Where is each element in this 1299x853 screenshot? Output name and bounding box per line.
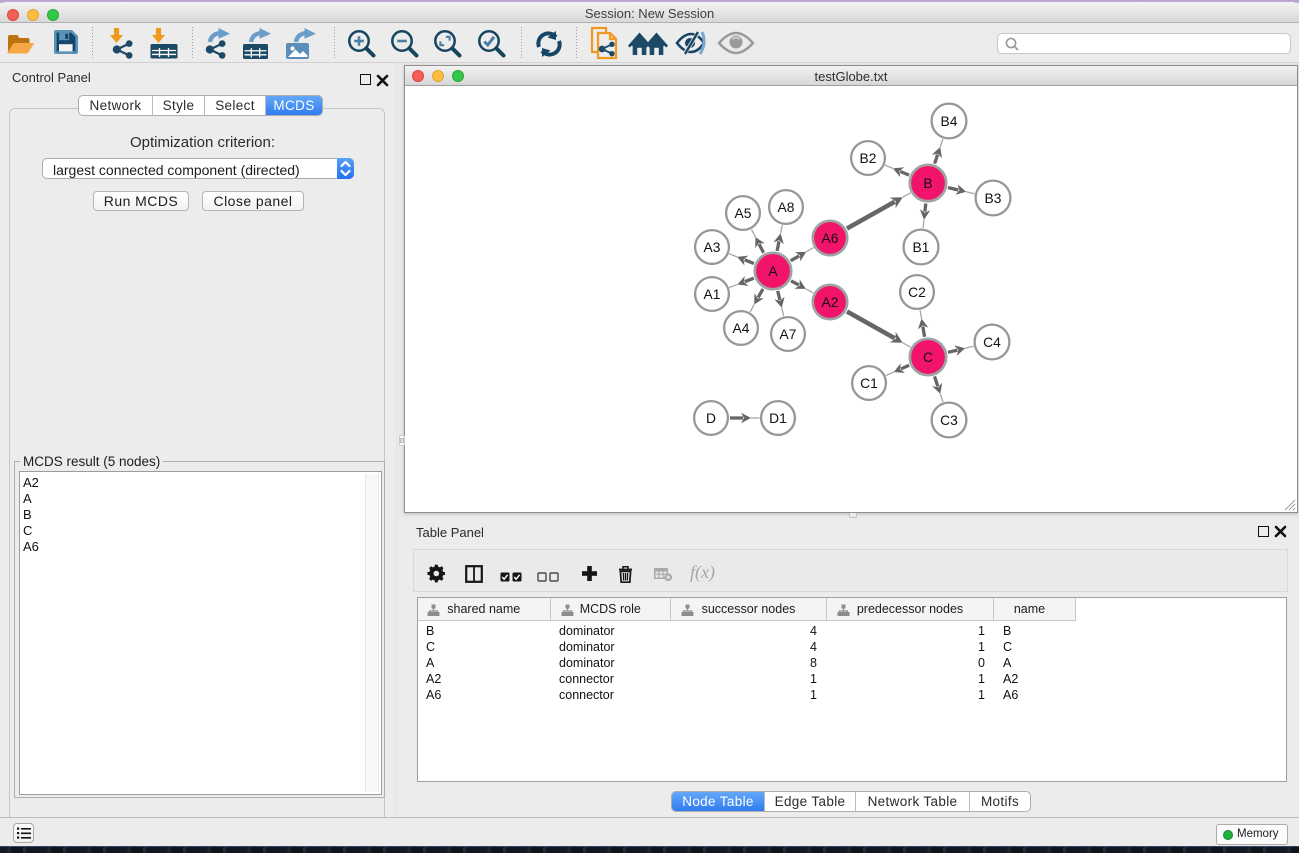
svg-text:C: C (923, 350, 933, 365)
svg-text:D1: D1 (769, 411, 787, 426)
svg-text:A: A (768, 264, 778, 279)
svg-text:C2: C2 (908, 285, 926, 300)
svg-text:A6: A6 (822, 231, 839, 246)
svg-text:A2: A2 (822, 295, 839, 310)
svg-text:C1: C1 (860, 376, 878, 391)
svg-text:A7: A7 (780, 327, 797, 342)
svg-text:B: B (923, 176, 932, 191)
svg-text:A5: A5 (735, 206, 752, 221)
svg-text:B1: B1 (913, 240, 930, 255)
svg-text:A3: A3 (704, 240, 721, 255)
svg-text:B4: B4 (941, 114, 958, 129)
svg-text:B2: B2 (860, 151, 877, 166)
svg-text:C4: C4 (983, 335, 1001, 350)
svg-text:B3: B3 (985, 191, 1002, 206)
svg-text:A4: A4 (733, 321, 750, 336)
svg-text:D: D (706, 411, 716, 426)
svg-text:A1: A1 (704, 287, 721, 302)
svg-text:C3: C3 (940, 413, 958, 428)
svg-text:A8: A8 (778, 200, 795, 215)
